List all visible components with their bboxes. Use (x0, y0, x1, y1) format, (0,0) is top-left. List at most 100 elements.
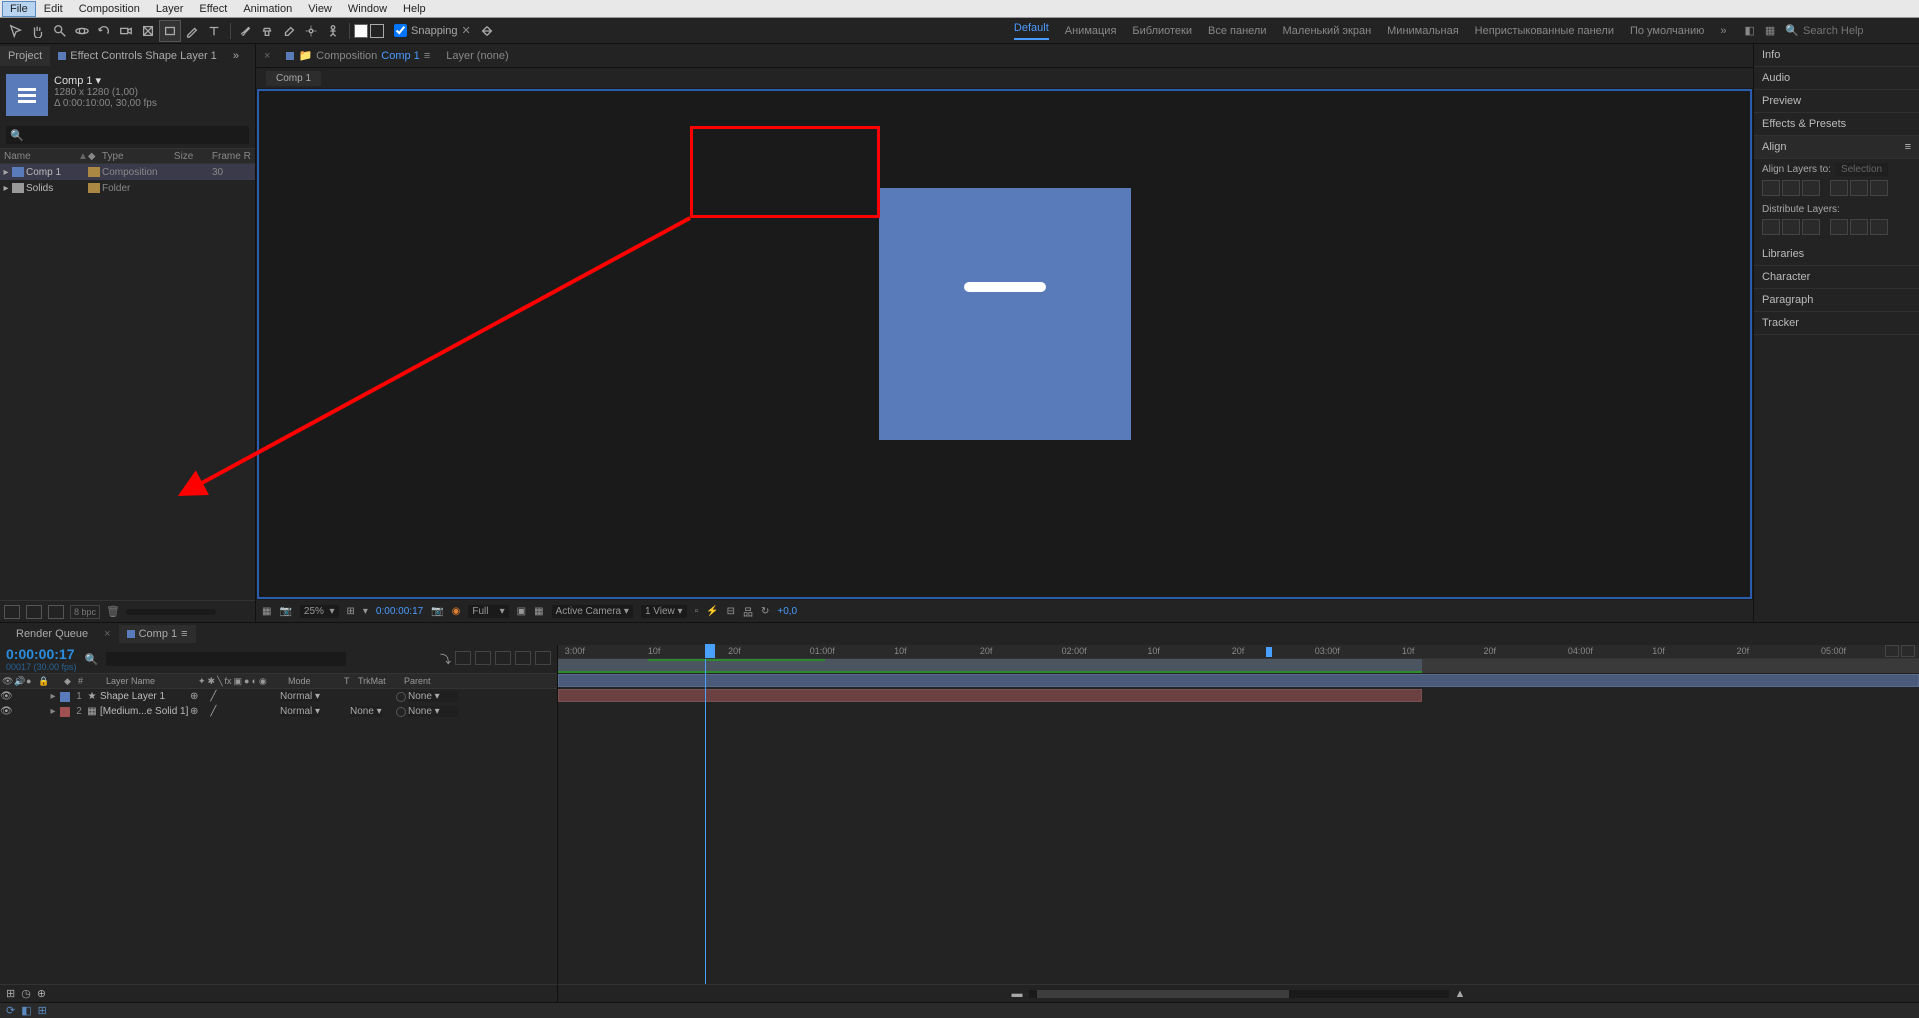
align-vcenter-icon[interactable] (1850, 180, 1868, 196)
roto-brush-tool[interactable] (301, 21, 321, 41)
panel-effects-presets[interactable]: Effects & Presets (1754, 113, 1919, 136)
col-framerate[interactable]: Frame R (212, 151, 255, 162)
col-trkmat[interactable]: TrkMat (356, 676, 402, 686)
align-top-icon[interactable] (1830, 180, 1848, 196)
col-mode[interactable]: Mode (286, 676, 342, 686)
comp-button-icon[interactable] (1901, 645, 1915, 657)
project-tab[interactable]: Project (0, 46, 50, 66)
blend-mode-dropdown[interactable]: Normal ▾ (280, 691, 320, 702)
project-item-comp[interactable]: ▸Comp 1 Composition30 (0, 164, 255, 180)
timeline-icon[interactable]: ⊟ (727, 606, 735, 617)
composition-viewer[interactable] (257, 89, 1752, 599)
ws-all-panels[interactable]: Все панели (1208, 25, 1266, 37)
col-number[interactable]: # (76, 676, 90, 686)
draft-3d-icon[interactable] (455, 651, 471, 665)
comp-canvas[interactable] (879, 188, 1131, 440)
zoom-tool[interactable] (50, 21, 70, 41)
camera-tool[interactable] (116, 21, 136, 41)
trash-icon[interactable]: 🗑 (106, 605, 120, 618)
col-label-icon[interactable]: ◆ (88, 151, 102, 162)
twirl-icon[interactable]: ▸ (48, 691, 58, 702)
status-icon-3[interactable]: ⊞ (38, 1004, 47, 1017)
transparency-grid-icon[interactable]: ▦ (534, 606, 543, 617)
panel-libraries[interactable]: Libraries (1754, 243, 1919, 266)
fill-swatch[interactable] (354, 24, 368, 38)
ws-small-screen[interactable]: Маленький экран (1283, 25, 1372, 37)
align-bottom-icon[interactable] (1870, 180, 1888, 196)
timeline-tracks[interactable]: 3:00f 10f 20f 01:00f 10f 20f 02:00f 10f … (558, 645, 1919, 1002)
video-toggle[interactable]: 👁 (0, 691, 12, 702)
trkmat-dropdown[interactable]: None ▾ (350, 706, 382, 717)
panel-paragraph[interactable]: Paragraph (1754, 289, 1919, 312)
magnification-icon[interactable]: 📷 (279, 606, 291, 617)
type-tool[interactable] (204, 21, 224, 41)
panel-menu-icon[interactable]: ≡ (1905, 141, 1911, 153)
col-solo-icon[interactable]: ● (24, 676, 36, 686)
panel-preview[interactable]: Preview (1754, 90, 1919, 113)
ws-undocked[interactable]: Непристыкованные панели (1475, 25, 1614, 37)
show-channel-icon[interactable]: ◉ (452, 606, 461, 617)
new-folder-icon[interactable] (26, 605, 42, 619)
render-queue-tab[interactable]: Render Queue (8, 625, 96, 643)
timeline-search[interactable] (106, 652, 346, 666)
workspace-menu-icon[interactable]: ▦ (1765, 24, 1775, 37)
reset-exposure-icon[interactable]: ↻ (761, 606, 769, 617)
preview-time[interactable]: 0:00:00:17 (376, 606, 423, 617)
layer-row-1[interactable]: 👁 ▸ 1 ★ Shape Layer 1 ⊕╱ Normal ▾ None ▾ (0, 689, 557, 704)
timeline-comp-tab[interactable]: Comp 1 ≡ (119, 625, 196, 643)
dist-right-icon[interactable] (1870, 219, 1888, 235)
pixel-aspect-icon[interactable]: ▫ (695, 606, 699, 617)
stroke-swatch[interactable] (370, 24, 384, 38)
menu-effect[interactable]: Effect (191, 1, 235, 17)
graph-editor-icon[interactable] (535, 651, 551, 665)
menu-window[interactable]: Window (340, 1, 395, 17)
toggle-switches-icon[interactable]: ⊞ (6, 987, 15, 1000)
pan-behind-tool[interactable] (138, 21, 158, 41)
playhead-handle[interactable] (705, 644, 715, 658)
sync-icon[interactable]: ◧ (1744, 24, 1754, 37)
ws-libraries[interactable]: Библиотеки (1132, 25, 1192, 37)
col-video-icon[interactable]: 👁 (0, 676, 12, 687)
layer-name[interactable]: [Medium...e Solid 1] (98, 706, 190, 717)
comp-subtab[interactable]: Comp 1 (266, 71, 321, 86)
hide-shy-icon[interactable] (475, 651, 491, 665)
panel-tracker[interactable]: Tracker (1754, 312, 1919, 335)
menu-view[interactable]: View (300, 1, 340, 17)
layer-bar-2[interactable] (558, 689, 1422, 702)
clone-stamp-tool[interactable] (257, 21, 277, 41)
menu-help[interactable]: Help (395, 1, 434, 17)
shape-layer-pill[interactable] (964, 282, 1046, 292)
dist-left-icon[interactable] (1830, 219, 1848, 235)
blend-mode-dropdown[interactable]: Normal ▾ (280, 706, 320, 717)
ws-default[interactable]: Default (1014, 22, 1049, 40)
eraser-tool[interactable] (279, 21, 299, 41)
thumb-size-slider[interactable] (126, 609, 216, 615)
comp-viewer-tab[interactable]: 📁Composition Comp 1 ≡ (286, 49, 430, 62)
hand-tool[interactable] (28, 21, 48, 41)
layer-bar-1[interactable] (558, 674, 1919, 687)
zoom-out-icon[interactable]: ▬ (1012, 988, 1023, 1000)
twirl-icon[interactable]: ▸ (48, 706, 58, 717)
project-search[interactable]: 🔍 (6, 126, 249, 144)
fast-previews-icon[interactable]: ⚡ (706, 606, 718, 617)
bit-depth[interactable]: 8 bpc (70, 605, 100, 619)
col-type[interactable]: Type (102, 151, 174, 162)
col-name[interactable]: Name (0, 151, 78, 162)
zoom-dropdown[interactable]: 25% ▾ (300, 605, 339, 618)
panel-character[interactable]: Character (1754, 266, 1919, 289)
view-dropdown[interactable]: 1 View ▾ (641, 605, 687, 618)
effect-controls-tab[interactable]: Effect Controls Shape Layer 1 (50, 46, 225, 66)
align-left-icon[interactable] (1762, 180, 1780, 196)
dist-hcenter-icon[interactable] (1850, 219, 1868, 235)
interpret-footage-icon[interactable] (4, 605, 20, 619)
panel-audio[interactable]: Audio (1754, 67, 1919, 90)
resolution-dropdown[interactable]: Full ▾ (468, 605, 508, 618)
align-to-dropdown[interactable]: Selection (1835, 163, 1888, 176)
menu-composition[interactable]: Composition (71, 1, 148, 17)
parent-pickwhip-icon[interactable] (396, 692, 406, 702)
video-toggle[interactable]: 👁 (0, 706, 12, 717)
menu-edit[interactable]: Edit (36, 1, 71, 17)
col-lock-icon[interactable]: 🔒 (36, 676, 48, 687)
label-color[interactable] (60, 707, 70, 717)
col-label-icon[interactable]: ◆ (62, 676, 76, 687)
